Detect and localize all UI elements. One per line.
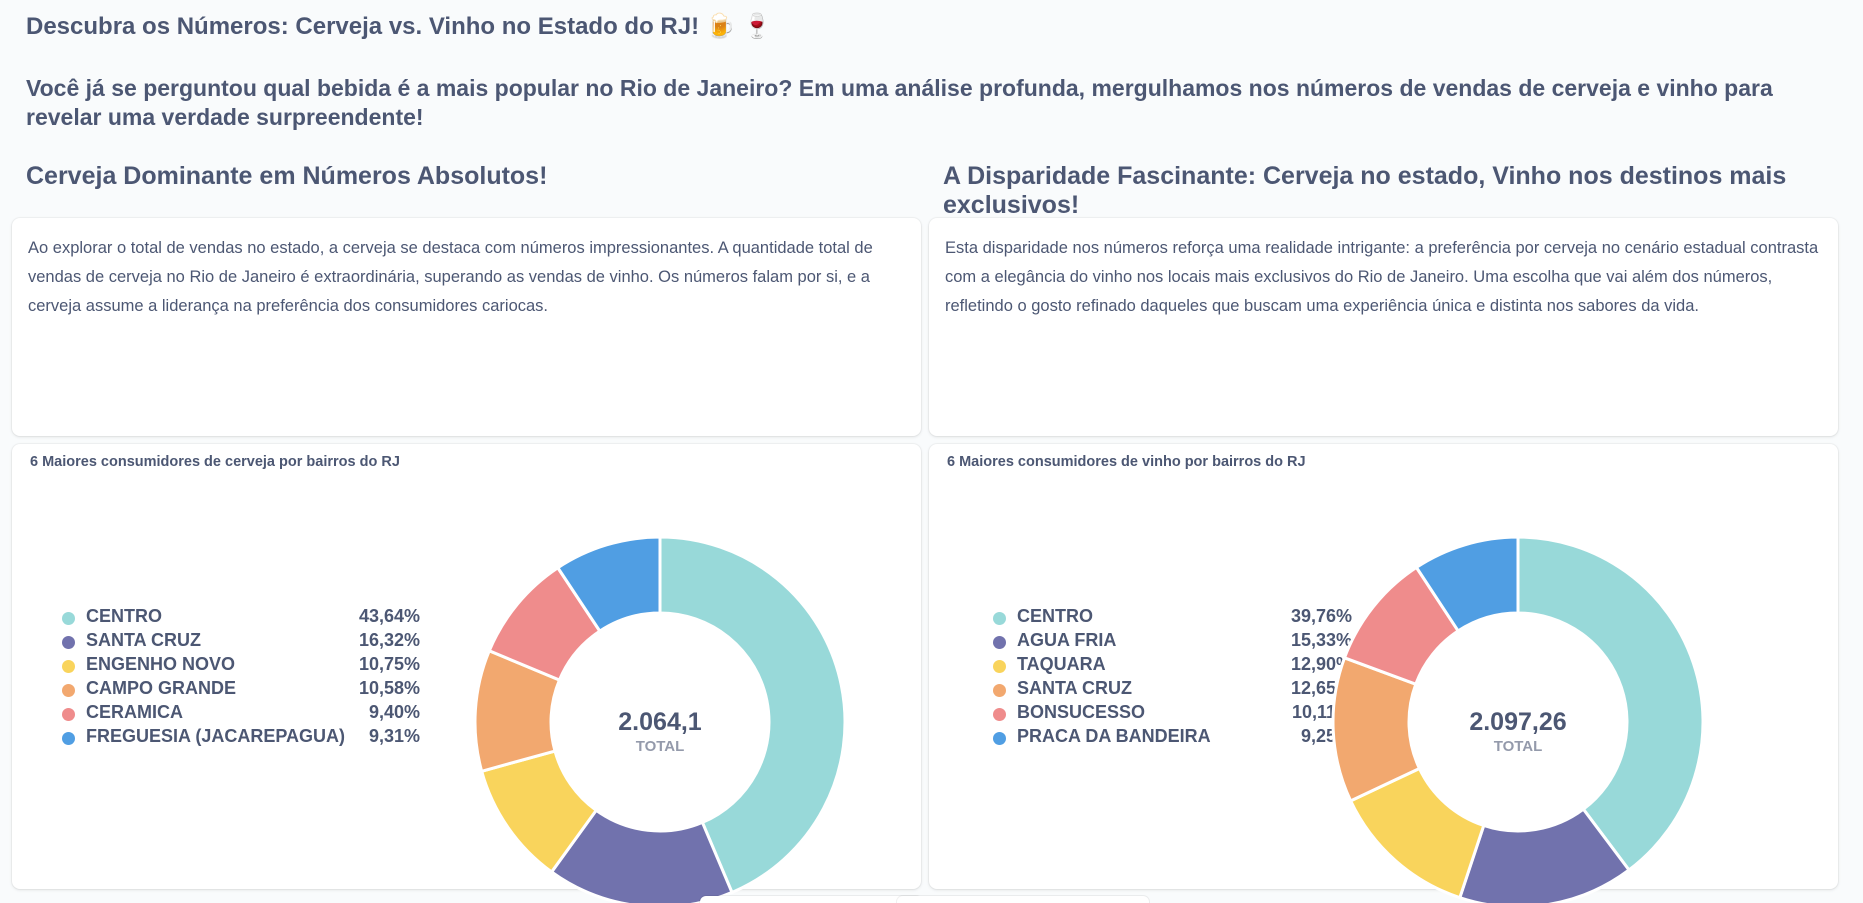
legend-dot-icon <box>993 660 1006 673</box>
legend-label: BONSUCESSO <box>1017 702 1146 722</box>
wine-donut-chart[interactable]: 2.097,26 TOTAL <box>1331 490 1718 903</box>
legend-item[interactable]: BONSUCESSO 10,11% <box>993 702 1352 726</box>
wine-text-card: Esta disparidade nos números reforça uma… <box>929 218 1838 436</box>
legend-percentage: 10,58% <box>358 678 420 698</box>
legend-dot-icon <box>62 660 75 673</box>
legend-label: CENTRO <box>86 606 162 626</box>
legend-dot-icon <box>62 708 75 721</box>
legend-label: ENGENHO NOVO <box>86 654 236 674</box>
legend-label: CERAMICA <box>86 702 183 722</box>
page-intro: Você já se perguntou qual bebida é a mai… <box>26 75 1773 130</box>
legend-item[interactable]: ENGENHO NOVO 10,75% <box>62 654 420 678</box>
legend-dot-icon <box>993 708 1006 721</box>
legend-label: TAQUARA <box>1017 654 1106 674</box>
wine-chart-legend: CENTRO 39,76% AGUA FRIA 15,33% TAQUARA 12,90%… <box>993 606 1352 750</box>
page-title: Descubra os Números: Cerveja vs. Vinho n… <box>26 13 773 40</box>
legend-percentage: 9,40% <box>368 702 420 722</box>
next-card-stub-left <box>700 896 922 903</box>
wine-chart-card[interactable]: 6 Maiores consumidores de vinho por bair… <box>929 444 1838 903</box>
legend-dot-icon <box>62 684 75 697</box>
beer-text-card: Ao explorar o total de vendas no estado,… <box>12 218 921 436</box>
beer-description: Ao explorar o total de vendas no estado,… <box>28 239 873 315</box>
beer-chart-title[interactable]: 6 Maiores consumidores de cerveja por ba… <box>30 454 400 470</box>
legend-item[interactable]: SANTA CRUZ 16,32% <box>62 630 420 654</box>
legend-label: SANTA CRUZ <box>1017 678 1132 698</box>
legend-label: SANTA CRUZ <box>86 630 201 650</box>
legend-item[interactable]: CERAMICA 9,40% <box>62 702 420 726</box>
beer-chart-card[interactable]: 6 Maiores consumidores de cerveja por ba… <box>12 444 921 903</box>
legend-label: AGUA FRIA <box>1017 630 1117 650</box>
legend-item[interactable]: CENTRO 39,76% <box>993 606 1352 630</box>
donut-total-label: TOTAL <box>636 738 685 755</box>
legend-item[interactable]: SANTA CRUZ 12,65% <box>993 678 1352 702</box>
legend-dot-icon <box>993 612 1006 625</box>
beer-donut-chart[interactable]: 2.064,1 TOTAL <box>464 490 847 903</box>
legend-label: CAMPO GRANDE <box>86 678 237 698</box>
legend-percentage: 16,32% <box>358 630 420 650</box>
donut-total-label: TOTAL <box>1494 738 1543 755</box>
donut-total-value: 2.064,1 <box>618 708 702 736</box>
legend-dot-icon <box>62 732 75 745</box>
beer-chart-legend: CENTRO 43,64% SANTA CRUZ 16,32% ENGENHO NOVO… <box>62 606 420 750</box>
next-card-stub-right <box>897 896 1149 903</box>
legend-dot-icon <box>62 636 75 649</box>
wine-description: Esta disparidade nos números reforça uma… <box>945 239 1819 315</box>
legend-percentage: 10,75% <box>358 654 420 674</box>
legend-item[interactable]: TAQUARA 12,90% <box>993 654 1352 678</box>
legend-label: CENTRO <box>1017 606 1093 626</box>
legend-dot-icon <box>993 684 1006 697</box>
legend-label: FREGUESIA (JACAREPAGUA) <box>86 726 346 746</box>
legend-dot-icon <box>993 636 1006 649</box>
legend-item[interactable]: CENTRO 43,64% <box>62 606 420 630</box>
section-title-wine: A Disparidade Fascinante: Cerveja no est… <box>943 162 1787 219</box>
wine-chart-title[interactable]: 6 Maiores consumidores de vinho por bair… <box>947 454 1306 470</box>
legend-item[interactable]: CAMPO GRANDE 10,58% <box>62 678 420 702</box>
legend-item[interactable]: FREGUESIA (JACAREPAGUA) 9,31% <box>62 726 420 750</box>
legend-item[interactable]: PRACA DA BANDEIRA 9,25% <box>993 726 1352 750</box>
legend-dot-icon <box>993 732 1006 745</box>
legend-percentage: 9,31% <box>368 726 420 746</box>
legend-percentage: 43,64% <box>358 606 420 626</box>
legend-label: PRACA DA BANDEIRA <box>1017 726 1211 746</box>
donut-total-value: 2.097,26 <box>1469 708 1566 736</box>
donut-slice-centro[interactable] <box>1516 535 1705 873</box>
legend-dot-icon <box>62 612 75 625</box>
legend-item[interactable]: AGUA FRIA 15,33% <box>993 630 1352 654</box>
section-title-beer: Cerveja Dominante em Números Absolutos! <box>26 162 548 190</box>
